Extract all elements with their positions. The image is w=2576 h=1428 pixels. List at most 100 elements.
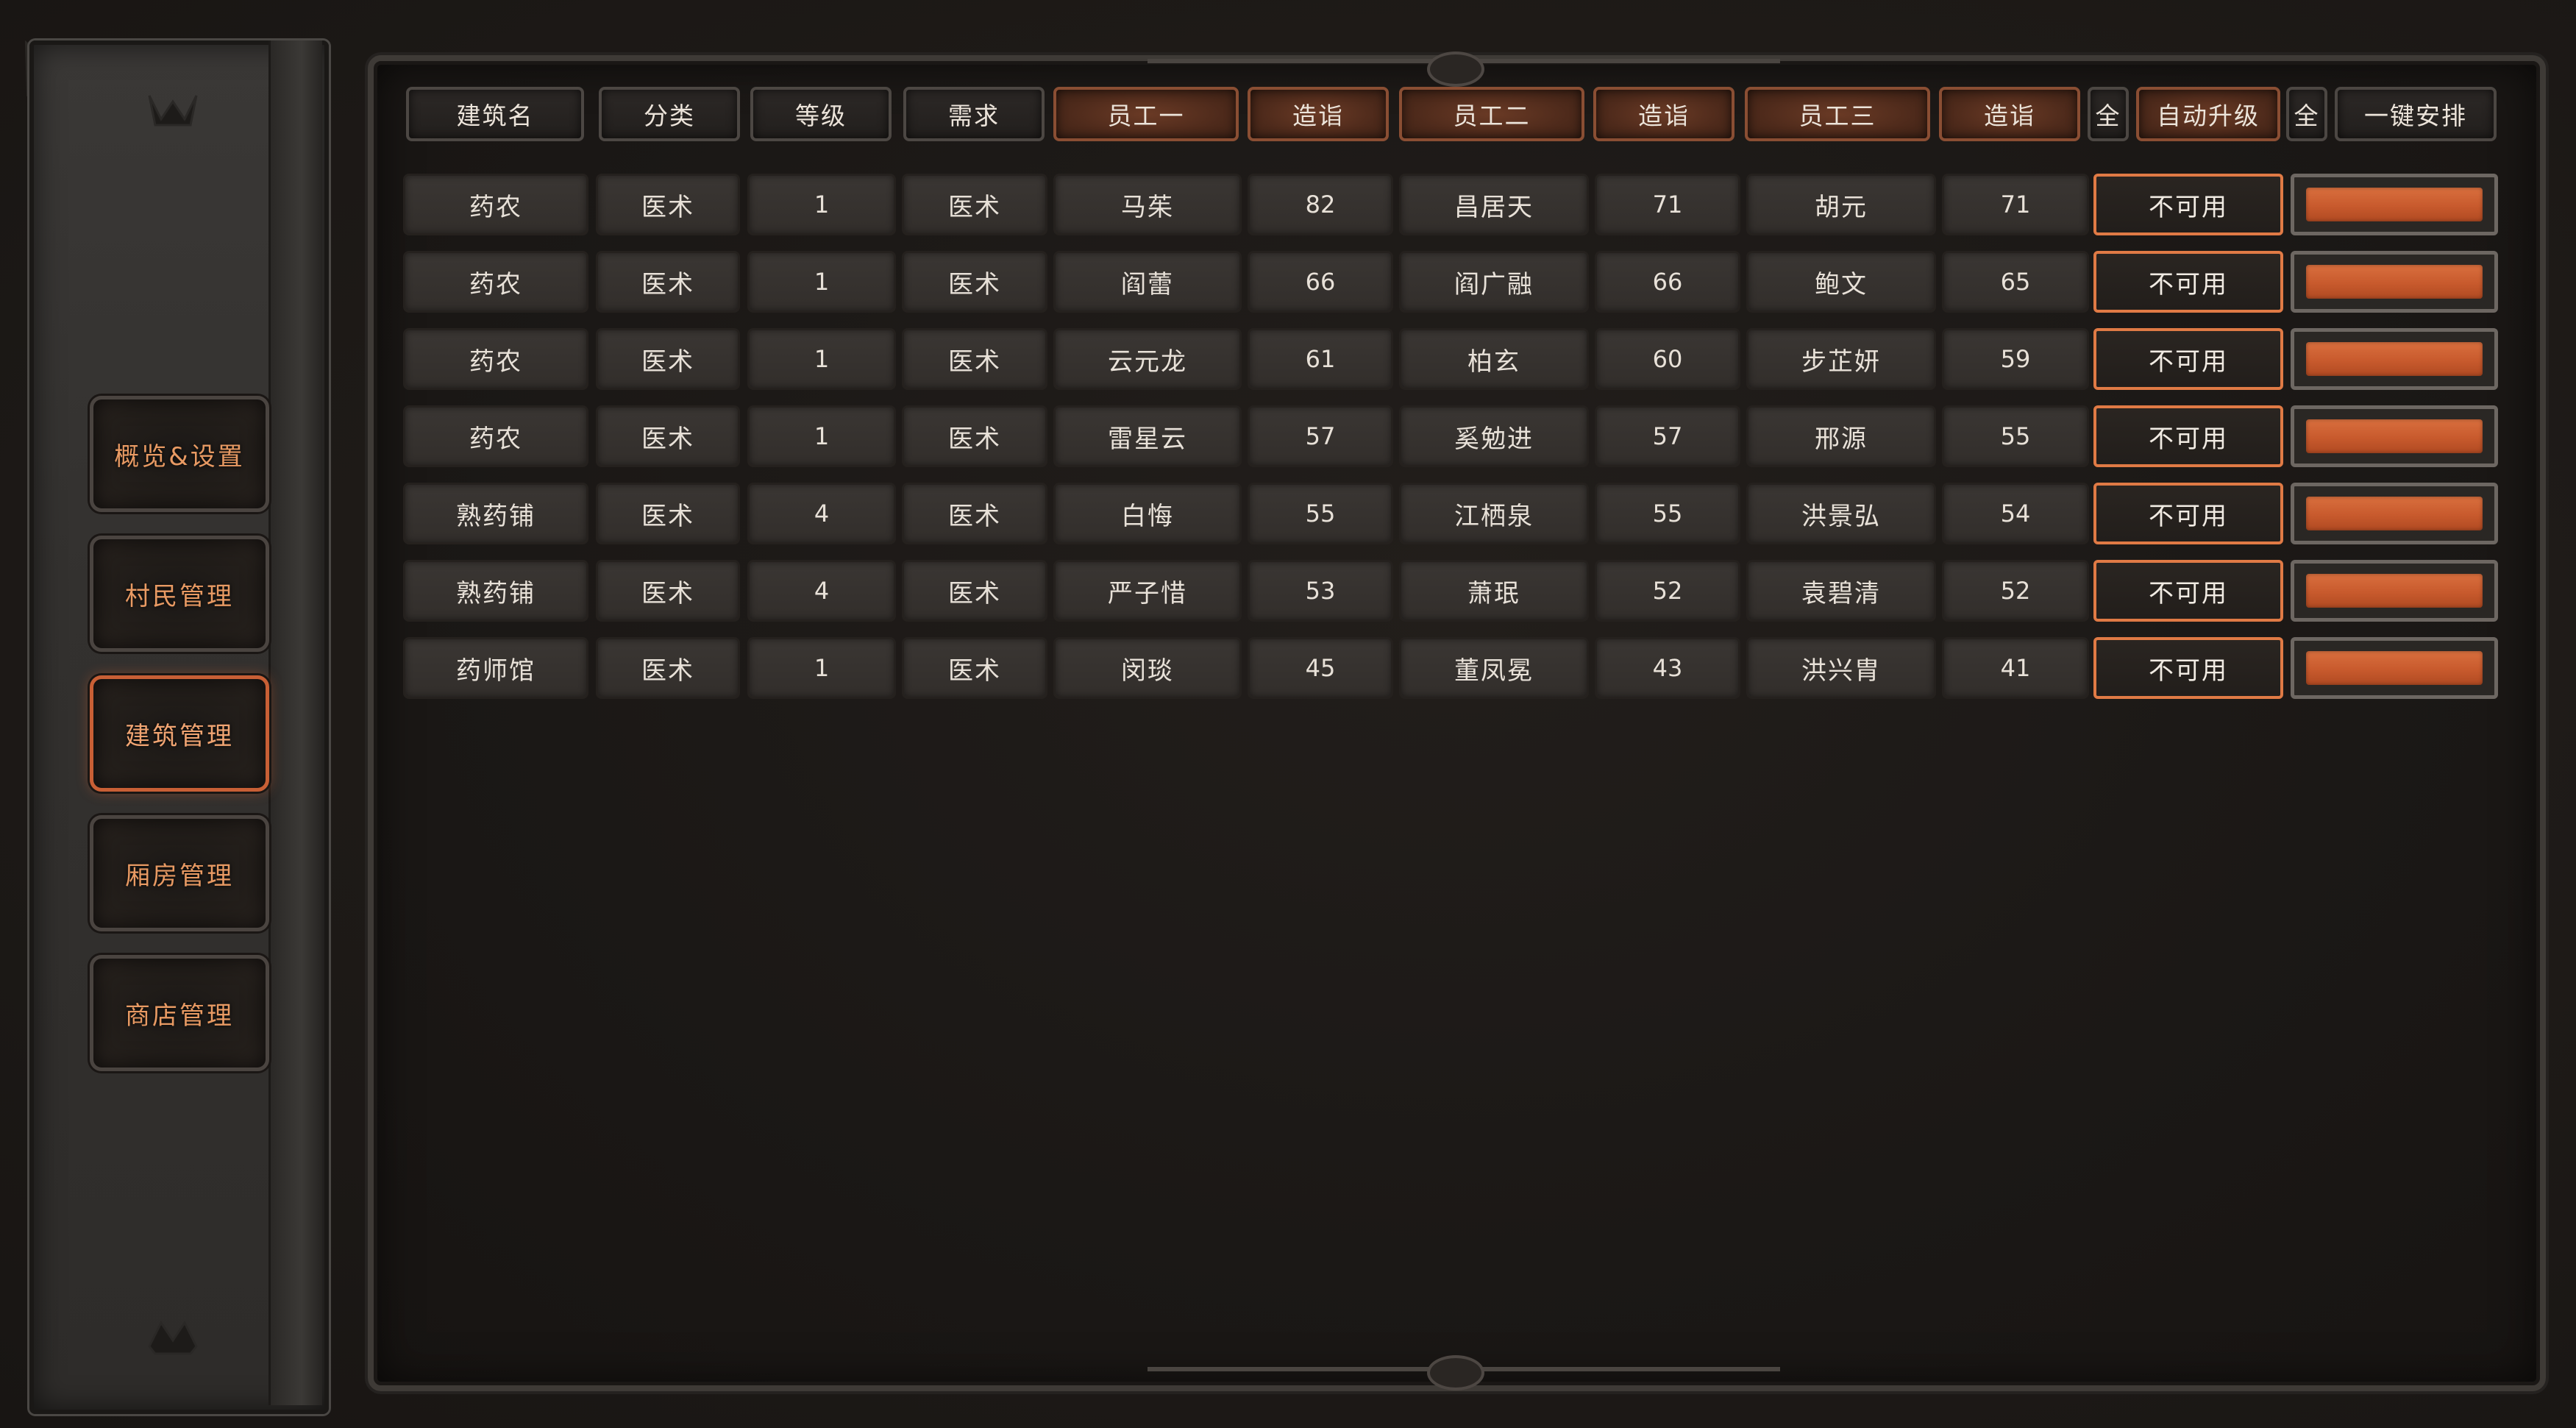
cell-skill-3: 65 [1942,251,2089,313]
table-row: 熟药铺 医术 4 医术 严子惜 53 萧珉 52 袁碧清 52 不可用 [0,560,2576,622]
cell-staff-1[interactable]: 闵琰 [1053,637,1242,699]
header-category[interactable]: 分类 [599,87,740,141]
table-row: 药农 医术 1 医术 雷星云 57 奚勉进 57 邢源 55 不可用 [0,405,2576,467]
auto-upgrade-toggle[interactable]: 不可用 [2093,483,2283,544]
cell-skill-2: 60 [1595,328,1740,390]
cell-level: 1 [747,405,896,467]
cell-level: 4 [747,560,896,622]
cell-skill-2: 43 [1595,637,1740,699]
header-staff-3[interactable]: 员工三 [1745,87,1930,141]
cell-requirement: 医术 [902,405,1047,467]
cell-building-name: 药农 [403,328,588,390]
cell-staff-2[interactable]: 董凤冕 [1399,637,1589,699]
crown-emblem-icon [148,1321,198,1355]
cell-staff-2[interactable]: 柏玄 [1399,328,1589,390]
arrange-button[interactable] [2291,483,2498,544]
header-skill-2[interactable]: 造诣 [1593,87,1734,141]
table-row: 药农 医术 1 医术 马茱 82 昌居天 71 胡元 71 不可用 [0,174,2576,235]
cell-skill-2: 71 [1595,174,1740,235]
one-click-arrange-button[interactable]: 一键安排 [2335,87,2497,141]
auto-upgrade-toggle[interactable]: 不可用 [2093,637,2283,699]
arrange-button-fill [2306,188,2483,221]
auto-upgrade-toggle[interactable]: 不可用 [2093,174,2283,235]
table-row: 熟药铺 医术 4 医术 白悔 55 江栖泉 55 洪景弘 54 不可用 [0,483,2576,544]
cell-building-name: 熟药铺 [403,483,588,544]
cell-skill-1: 66 [1248,251,1393,313]
arrange-button[interactable] [2291,174,2498,235]
nav-wing-room-management[interactable]: 厢房管理 [90,815,269,931]
cell-level: 1 [747,328,896,390]
header-level[interactable]: 等级 [750,87,892,141]
cell-category: 医术 [596,328,740,390]
cell-level: 4 [747,483,896,544]
arrange-button[interactable] [2291,637,2498,699]
arrange-button[interactable] [2291,560,2498,622]
cell-category: 医术 [596,405,740,467]
cell-staff-1[interactable]: 白悔 [1053,483,1242,544]
select-all-arrange-button[interactable]: 全 [2286,87,2327,141]
cell-staff-3[interactable]: 袁碧清 [1746,560,1936,622]
sidebar-edge [268,40,322,1405]
arrange-button[interactable] [2291,251,2498,313]
cell-staff-3[interactable]: 洪兴胄 [1746,637,1936,699]
cell-category: 医术 [596,251,740,313]
frame-ornament [1427,51,1484,87]
cell-building-name: 药师馆 [403,637,588,699]
cell-skill-2: 55 [1595,483,1740,544]
cell-staff-1[interactable]: 阎蕾 [1053,251,1242,313]
cell-requirement: 医术 [902,328,1047,390]
cell-staff-2[interactable]: 阎广融 [1399,251,1589,313]
cell-skill-1: 61 [1248,328,1393,390]
arrange-button[interactable] [2291,405,2498,467]
cell-staff-2[interactable]: 昌居天 [1399,174,1589,235]
cell-category: 医术 [596,483,740,544]
cell-staff-3[interactable]: 洪景弘 [1746,483,1936,544]
auto-upgrade-toggle[interactable]: 不可用 [2093,405,2283,467]
cell-building-name: 药农 [403,251,588,313]
header-staff-1[interactable]: 员工一 [1053,87,1239,141]
cell-building-name: 熟药铺 [403,560,588,622]
cell-skill-1: 45 [1248,637,1393,699]
cell-staff-1[interactable]: 严子惜 [1053,560,1242,622]
cell-building-name: 药农 [403,174,588,235]
cell-staff-1[interactable]: 云元龙 [1053,328,1242,390]
cell-requirement: 医术 [902,483,1047,544]
cell-level: 1 [747,637,896,699]
header-building-name[interactable]: 建筑名 [406,87,584,141]
cell-requirement: 医术 [902,251,1047,313]
cell-staff-2[interactable]: 奚勉进 [1399,405,1589,467]
cell-staff-3[interactable]: 胡元 [1746,174,1936,235]
header-skill-1[interactable]: 造诣 [1248,87,1389,141]
table-row: 药农 医术 1 医术 云元龙 61 柏玄 60 步芷妍 59 不可用 [0,328,2576,390]
cell-category: 医术 [596,637,740,699]
arrange-button-fill [2306,497,2483,530]
cell-skill-2: 57 [1595,405,1740,467]
cell-staff-1[interactable]: 马茱 [1053,174,1242,235]
cell-staff-2[interactable]: 江栖泉 [1399,483,1589,544]
arrange-button-fill [2306,342,2483,376]
select-all-auto-upgrade-button[interactable]: 全 [2088,87,2129,141]
crown-emblem-icon [148,95,198,127]
arrange-button-fill [2306,651,2483,685]
header-auto-upgrade[interactable]: 自动升级 [2136,87,2280,141]
table-row: 药师馆 医术 1 医术 闵琰 45 董凤冕 43 洪兴胄 41 不可用 [0,637,2576,699]
cell-staff-3[interactable]: 邢源 [1746,405,1936,467]
cell-skill-1: 53 [1248,560,1393,622]
cell-level: 1 [747,174,896,235]
nav-shop-management[interactable]: 商店管理 [90,955,269,1071]
arrange-button[interactable] [2291,328,2498,390]
auto-upgrade-toggle[interactable]: 不可用 [2093,560,2283,622]
auto-upgrade-toggle[interactable]: 不可用 [2093,328,2283,390]
cell-requirement: 医术 [902,174,1047,235]
cell-staff-3[interactable]: 鲍文 [1746,251,1936,313]
header-staff-2[interactable]: 员工二 [1399,87,1584,141]
header-skill-3[interactable]: 造诣 [1939,87,2080,141]
arrange-button-fill [2306,265,2483,299]
cell-staff-3[interactable]: 步芷妍 [1746,328,1936,390]
cell-staff-1[interactable]: 雷星云 [1053,405,1242,467]
cell-staff-2[interactable]: 萧珉 [1399,560,1589,622]
header-requirement[interactable]: 需求 [903,87,1045,141]
cell-requirement: 医术 [902,560,1047,622]
cell-skill-3: 54 [1942,483,2089,544]
auto-upgrade-toggle[interactable]: 不可用 [2093,251,2283,313]
